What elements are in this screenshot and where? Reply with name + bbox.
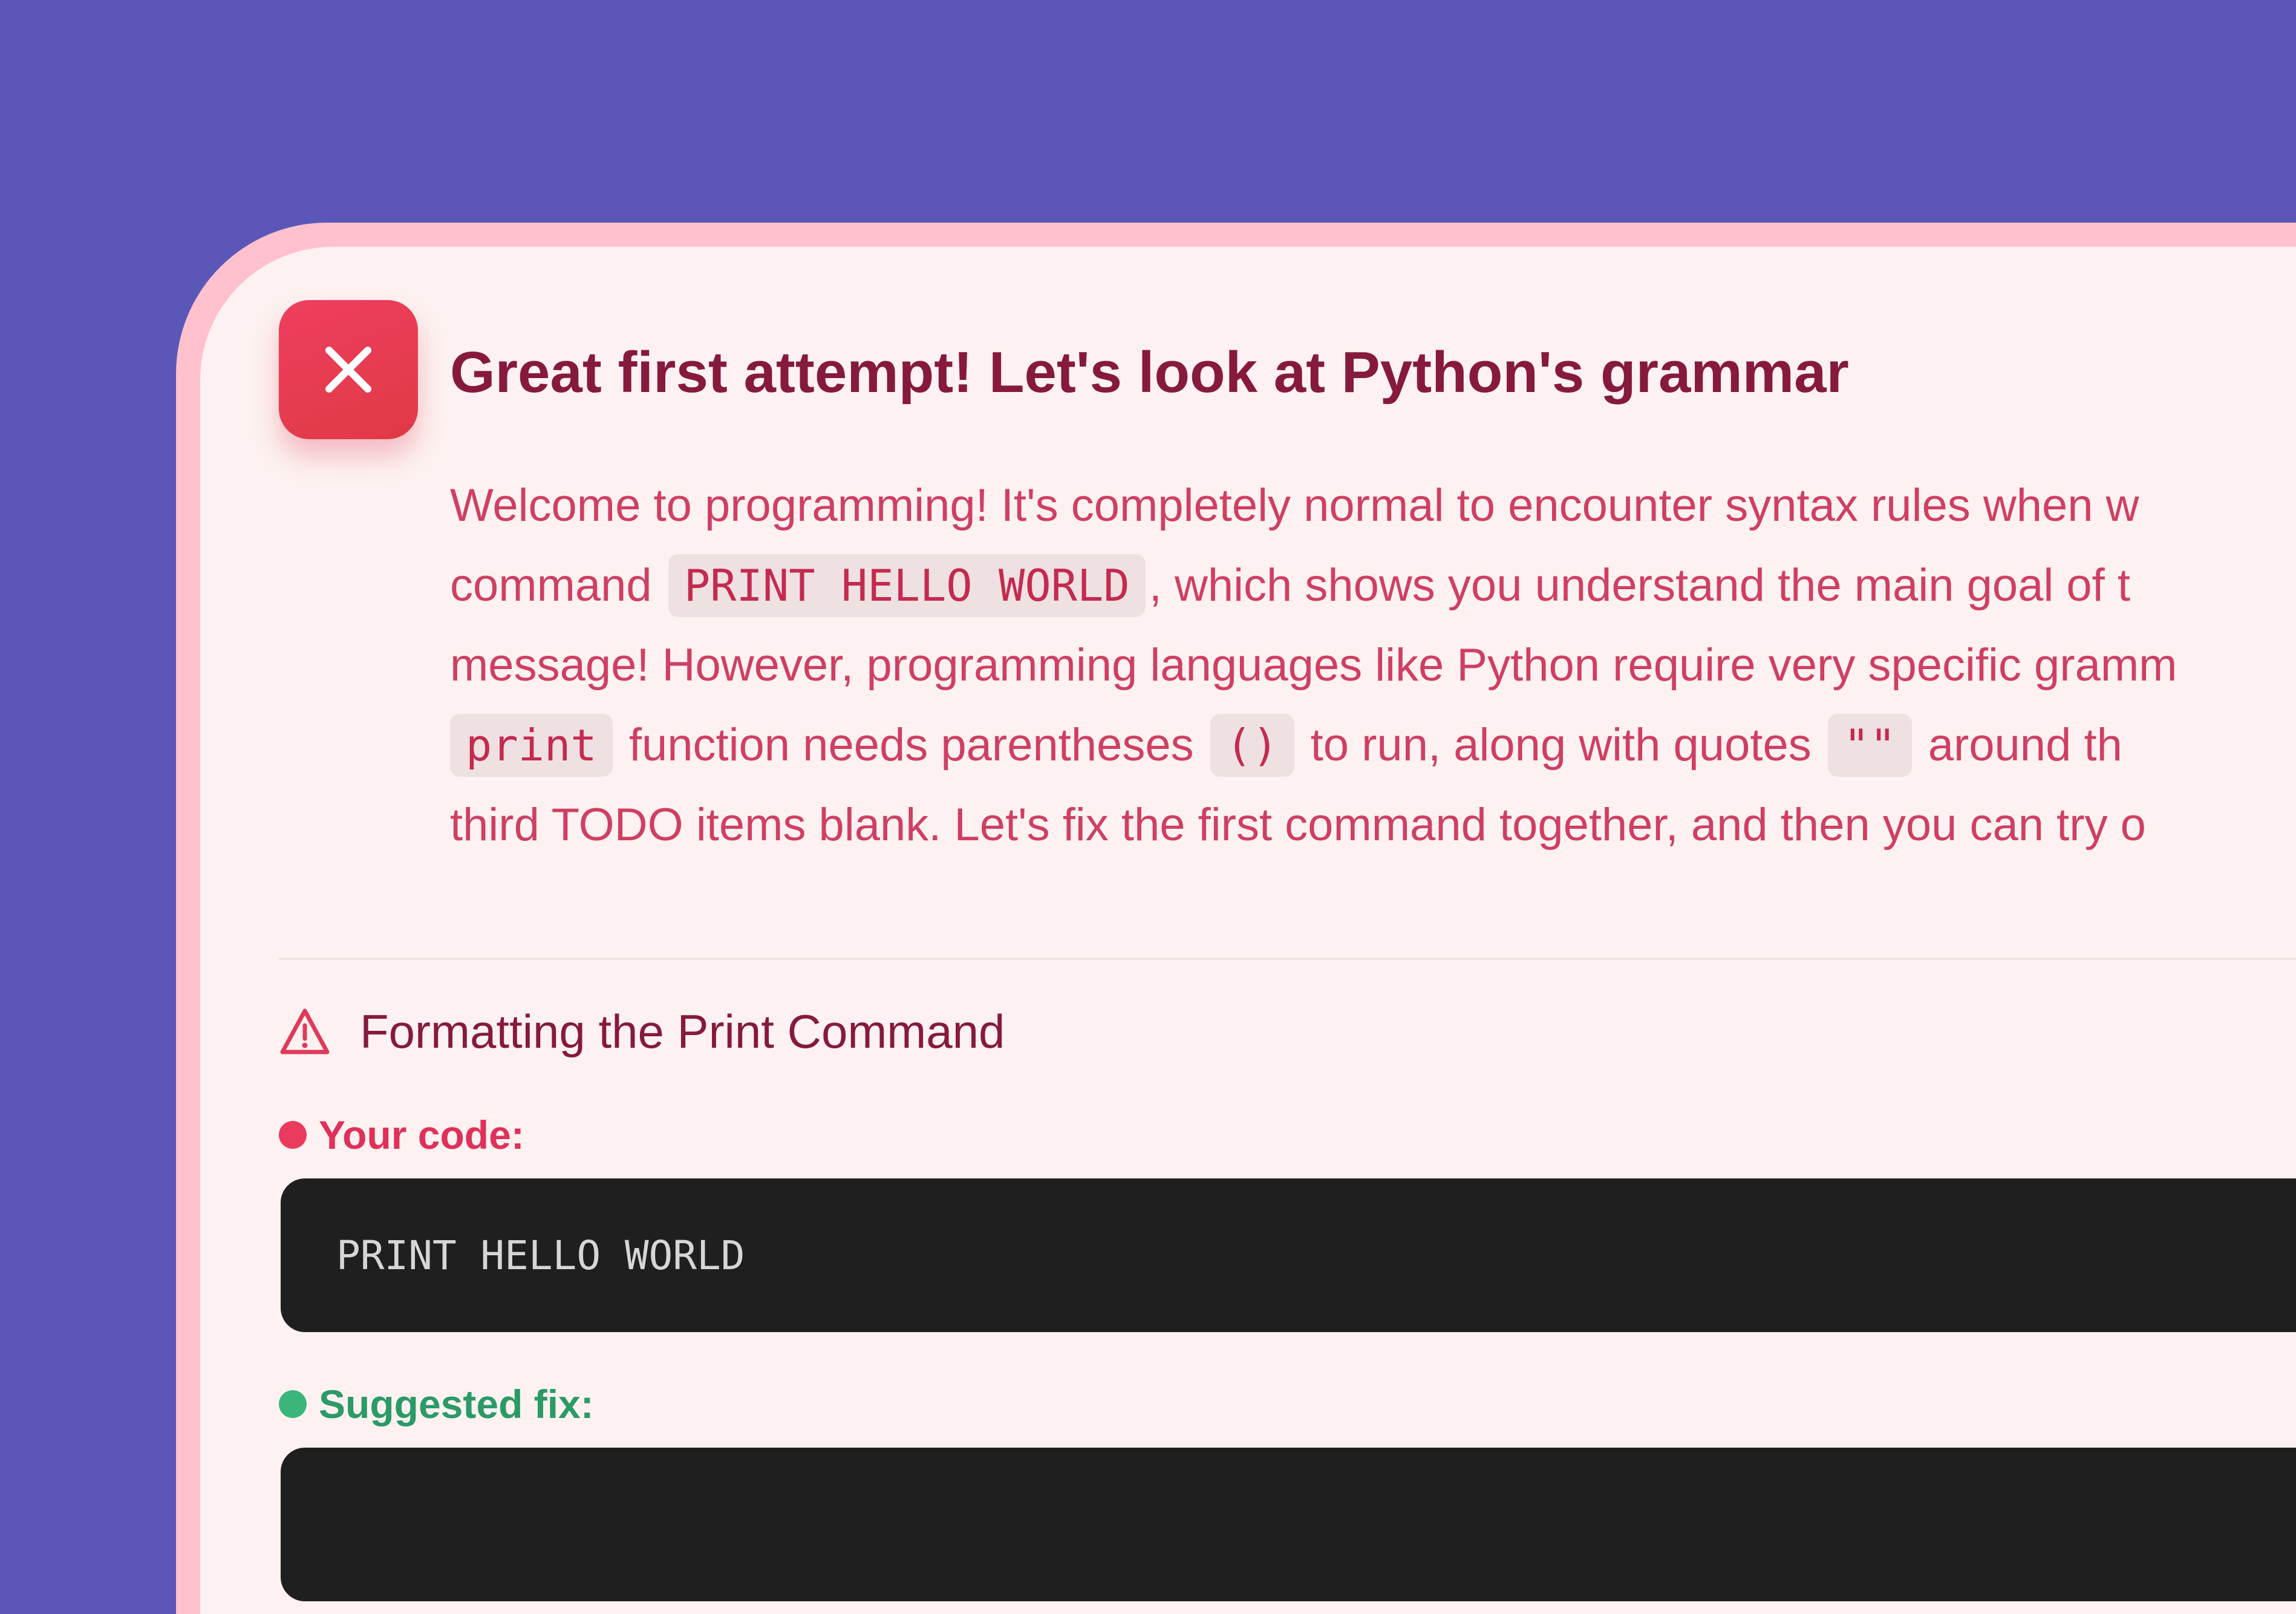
your-code-block: PRINT HELLO WORLD bbox=[281, 1178, 2296, 1332]
intro-text: , which shows you understand the main go… bbox=[1149, 560, 2131, 611]
feedback-title: Great first attempt! Let's look at Pytho… bbox=[450, 340, 1849, 405]
intro-text: command bbox=[450, 560, 652, 611]
suggested-fix-label: Suggested fix: bbox=[279, 1381, 594, 1427]
status-dot-green bbox=[279, 1390, 307, 1418]
close-icon bbox=[325, 347, 371, 393]
intro-text: around th bbox=[1928, 719, 2122, 771]
intro-line-3: message! However, programming languages … bbox=[450, 639, 2177, 691]
intro-text: function needs parentheses bbox=[628, 719, 1194, 771]
inline-code-parentheses: () bbox=[1210, 714, 1294, 777]
inline-code-print: print bbox=[450, 714, 613, 777]
suggested-fix-label-text: Suggested fix: bbox=[319, 1382, 594, 1426]
feedback-card: Great first attempt! Let's look at Pytho… bbox=[176, 223, 2296, 1614]
issue-section-header: Formatting the Print Command bbox=[279, 1004, 1005, 1059]
feedback-intro: Welcome to programming! It's completely … bbox=[450, 466, 2296, 865]
suggested-fix-code-block bbox=[281, 1448, 2296, 1601]
issue-section-title: Formatting the Print Command bbox=[360, 1005, 1005, 1058]
intro-line-2: command PRINT HELLO WORLD, which shows y… bbox=[450, 546, 2296, 626]
feedback-card-body: Great first attempt! Let's look at Pytho… bbox=[200, 247, 2296, 1614]
intro-line-5: third TODO items blank. Let's fix the fi… bbox=[450, 799, 2146, 851]
intro-line-4: print function needs parentheses () to r… bbox=[450, 705, 2296, 785]
intro-line-1: Welcome to programming! It's completely … bbox=[450, 480, 2139, 531]
error-badge bbox=[279, 300, 418, 439]
inline-code-user-command: PRINT HELLO WORLD bbox=[668, 554, 1146, 617]
status-dot-red bbox=[279, 1121, 307, 1149]
intro-text: to run, along with quotes bbox=[1310, 719, 1812, 771]
inline-code-quotes: "" bbox=[1827, 714, 1912, 777]
warning-icon bbox=[280, 1008, 330, 1054]
your-code-label-text: Your code: bbox=[319, 1112, 524, 1157]
your-code-label: Your code: bbox=[279, 1112, 524, 1158]
section-divider bbox=[279, 958, 2296, 960]
